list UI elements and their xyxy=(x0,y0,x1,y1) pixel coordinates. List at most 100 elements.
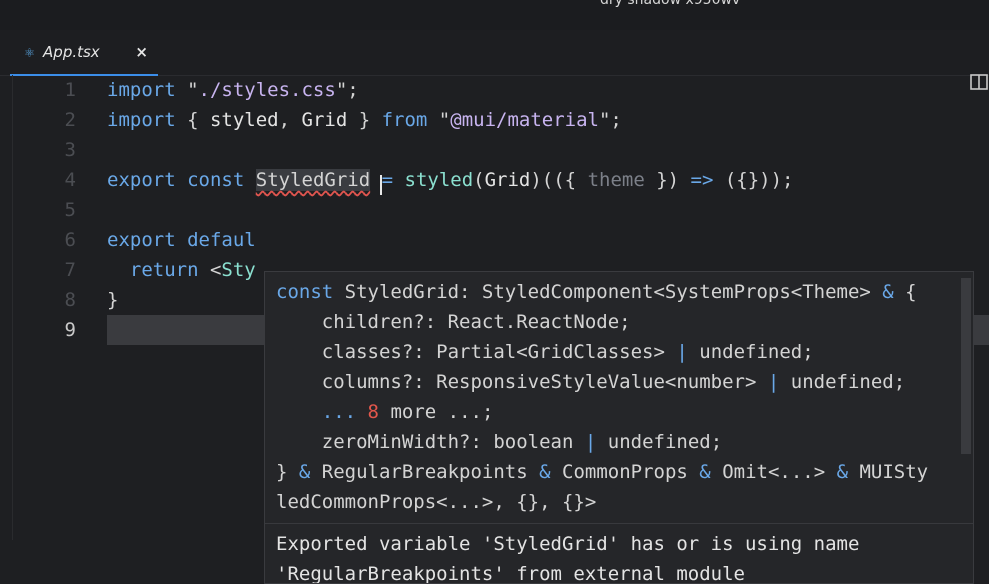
line-number: 8 xyxy=(64,289,76,311)
code-token: & xyxy=(836,461,849,483)
message-line: 'RegularBreakpoints' from external modul… xyxy=(276,563,745,584)
code-token: }) xyxy=(644,169,691,191)
signature-line: ledCommonProps<...>, {}, {}> xyxy=(276,487,928,517)
code-token: const xyxy=(276,281,334,303)
line-number: 4 xyxy=(64,169,76,191)
code-token: & xyxy=(699,461,711,483)
code-token: undefined; xyxy=(779,371,906,393)
line-number: 3 xyxy=(64,139,76,161)
line-code: import "./styles.css"; xyxy=(107,75,359,105)
line-code: return <Sty xyxy=(107,255,256,285)
code-token: => xyxy=(690,169,714,191)
type-signature: const StyledGrid: StyledComponent<System… xyxy=(276,277,928,517)
code-token: styled xyxy=(209,109,279,131)
code-token: = xyxy=(381,169,394,191)
code-token: defaul xyxy=(187,229,256,251)
code-line[interactable]: 1 import "./styles.css"; xyxy=(0,75,989,105)
code-line[interactable]: 2 import { styled, Grid } from "@mui/mate… xyxy=(0,105,989,135)
code-line[interactable]: 5 xyxy=(0,195,989,225)
code-token: { xyxy=(893,281,917,303)
line-number: 9 xyxy=(64,319,76,341)
signature-line: children?: React.ReactNode; xyxy=(276,307,928,337)
tooltip-scrollbar[interactable] xyxy=(961,278,971,454)
code-token: styled xyxy=(404,169,474,191)
code-token: & xyxy=(882,281,894,303)
code-token: children?: React.ReactNode; xyxy=(276,311,631,333)
code-token: import xyxy=(107,109,176,131)
code-token: theme xyxy=(587,169,645,191)
signature-line: ... 8 more ...; xyxy=(276,397,928,427)
code-token: export xyxy=(107,229,176,251)
code-token: from xyxy=(381,109,428,131)
code-token: } xyxy=(107,289,119,311)
signature-line: } & RegularBreakpoints & CommonProps & O… xyxy=(276,457,928,487)
code-token: " xyxy=(427,109,451,131)
code-token: | xyxy=(584,431,597,453)
code-token: MUISty xyxy=(848,461,929,483)
line-code: import { styled, Grid } from "@mui/mater… xyxy=(107,105,622,135)
line-code: } xyxy=(107,285,118,315)
code-token: Sty xyxy=(221,259,256,281)
code-line[interactable]: 3 xyxy=(0,135,989,165)
line-number: 6 xyxy=(64,229,76,251)
close-icon[interactable]: × xyxy=(135,43,148,61)
signature-line: classes?: Partial<GridClasses> | undefin… xyxy=(276,337,928,367)
code-token: { xyxy=(175,109,210,131)
code-token: classes?: Partial<GridClasses> xyxy=(276,341,677,363)
code-token: export xyxy=(107,169,176,191)
code-token: & xyxy=(298,461,311,483)
text-cursor xyxy=(380,175,382,195)
tab-app-tsx[interactable]: ⚛ App.tsx × xyxy=(10,30,158,76)
code-token: Grid xyxy=(301,109,348,131)
code-token: return xyxy=(129,259,199,281)
code-token: import xyxy=(107,79,176,101)
diagnostic-message: Exported variable 'StyledGrid' has or is… xyxy=(276,529,860,584)
code-editor[interactable]: 1 import "./styles.css"; 2 import { styled,… xyxy=(0,75,989,584)
code-token: columns?: ResponsiveStyleValue<number> xyxy=(276,371,768,393)
signature-line: zeroMinWidth?: boolean | undefined; xyxy=(276,427,928,457)
code-token: < xyxy=(198,259,222,281)
code-token: "; xyxy=(335,79,359,101)
code-token: "; xyxy=(598,109,622,131)
code-token: | xyxy=(767,371,780,393)
code-token: StyledGrid: StyledComponent<SystemProps<… xyxy=(333,281,883,303)
code-token: zeroMinWidth?: boolean xyxy=(276,431,585,453)
code-token: const xyxy=(187,169,245,191)
code-line[interactable]: 6 export defaul xyxy=(0,225,989,255)
code-token: Omit<...> xyxy=(710,461,837,483)
line-number: 1 xyxy=(64,79,76,101)
tab-label: App.tsx xyxy=(43,43,100,61)
code-token: ./styles.css xyxy=(198,79,336,101)
tooltip-divider xyxy=(265,523,973,524)
hover-tooltip[interactable]: const StyledGrid: StyledComponent<System… xyxy=(264,271,974,584)
code-token: Grid xyxy=(484,169,531,191)
line-number: 5 xyxy=(64,199,76,221)
message-line: Exported variable 'StyledGrid' has or is… xyxy=(276,533,860,555)
window-status-text: dry shadow x950wv xyxy=(600,0,741,8)
code-token: RegularBreakpoints xyxy=(310,461,540,483)
code-token: @mui/material xyxy=(450,109,599,131)
line-number: 7 xyxy=(64,259,76,281)
signature-line: columns?: ResponsiveStyleValue<number> |… xyxy=(276,367,928,397)
code-token: ... xyxy=(321,401,357,423)
line-code: export defaul xyxy=(107,225,256,255)
code-token: undefined; xyxy=(687,341,814,363)
code-token: ({})); xyxy=(713,169,794,191)
code-token: , xyxy=(278,109,302,131)
code-line[interactable]: 4 export const StyledGrid = styled(Grid)(… xyxy=(0,165,989,195)
code-token: | xyxy=(676,341,688,363)
code-token: ( xyxy=(473,169,485,191)
code-token: )(({ xyxy=(530,169,588,191)
signature-line: const StyledGrid: StyledComponent<System… xyxy=(276,277,928,307)
line-code: export const StyledGrid = styled(Grid)((… xyxy=(107,165,794,195)
code-token: ledCommonProps<...>, {}, {}> xyxy=(276,491,597,513)
code-token: undefined; xyxy=(596,431,723,453)
code-token: 8 xyxy=(367,401,379,423)
